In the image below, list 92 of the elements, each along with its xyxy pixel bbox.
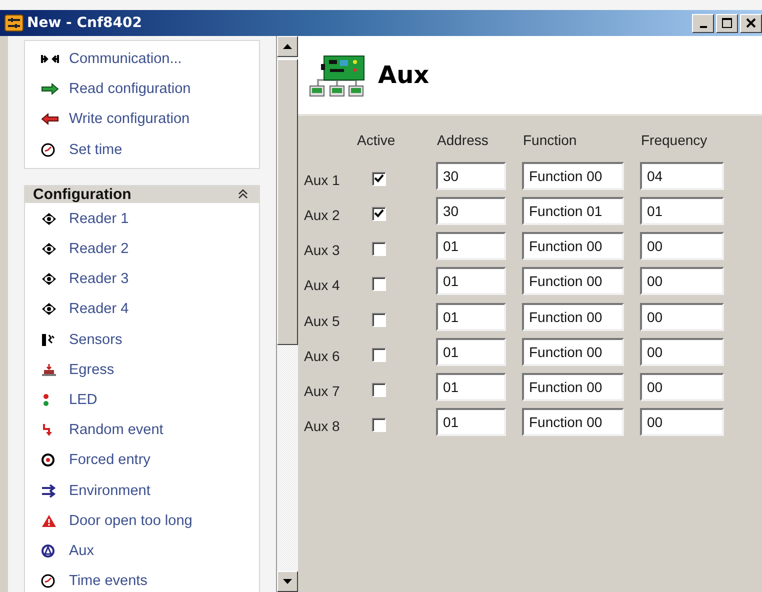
frequency-field[interactable]: 01: [640, 196, 724, 225]
connector-icon: [41, 53, 59, 66]
scrollbar[interactable]: [276, 36, 298, 592]
collapse-icon[interactable]: [237, 188, 249, 200]
led-icon: [41, 392, 51, 407]
nav-link[interactable]: Read configuration: [69, 81, 191, 98]
function-field[interactable]: Function 00: [522, 338, 624, 366]
address-field[interactable]: 01: [436, 338, 506, 366]
eye-icon: [41, 272, 57, 286]
nav-link[interactable]: Communication...: [69, 51, 182, 68]
page-title: Aux: [378, 61, 430, 89]
checkbox[interactable]: [372, 418, 386, 432]
function-field[interactable]: Function 01: [522, 196, 624, 225]
nav-link[interactable]: Door open too long: [69, 512, 192, 529]
address-field[interactable]: 30: [436, 196, 506, 225]
nav-link[interactable]: Reader 4: [69, 301, 129, 318]
address-field[interactable]: 01: [436, 372, 506, 401]
nav-link[interactable]: Reader 3: [69, 271, 129, 288]
nav-link[interactable]: Reader 2: [69, 241, 129, 258]
row-label: Aux 3: [304, 241, 341, 258]
row-label: Aux 8: [304, 417, 341, 434]
section-header[interactable]: Configuration: [24, 184, 260, 203]
nav-link[interactable]: Random event: [69, 422, 164, 438]
nav-link[interactable]: LED: [69, 392, 98, 408]
function-field[interactable]: Function 00: [522, 408, 624, 436]
app-icon: [4, 14, 24, 32]
column-header: Address: [436, 132, 490, 148]
row-label: Aux 5: [304, 312, 341, 329]
maximize-button[interactable]: [716, 14, 738, 32]
nav-link[interactable]: Reader 1: [69, 210, 129, 227]
frequency-field[interactable]: 00: [640, 302, 724, 331]
checkbox[interactable]: [372, 242, 386, 256]
address-field[interactable]: 30: [436, 162, 506, 190]
clock-icon: [41, 574, 55, 588]
nav-link[interactable]: Sensors: [69, 332, 122, 348]
column-header: Active: [356, 132, 396, 148]
close-icon: [746, 18, 756, 28]
checkbox[interactable]: [372, 382, 386, 397]
frequency-field[interactable]: 00: [640, 372, 724, 401]
nav-link[interactable]: Write configuration: [69, 111, 190, 128]
checkbox[interactable]: [372, 312, 386, 327]
nav-link[interactable]: Set time: [69, 142, 122, 158]
nav-link[interactable]: Forced entry: [69, 452, 150, 468]
column-header: Function: [522, 132, 578, 148]
row-label: Aux 7: [304, 382, 341, 399]
nav-link[interactable]: Egress: [69, 362, 114, 378]
function-field[interactable]: Function 00: [522, 162, 624, 190]
function-field[interactable]: Function 00: [522, 372, 624, 401]
column-header: Frequency: [640, 132, 708, 148]
function-field[interactable]: Function 00: [522, 232, 624, 260]
row-label: Aux 1: [304, 170, 341, 188]
checkbox[interactable]: [372, 277, 386, 292]
frequency-field[interactable]: 00: [640, 338, 724, 366]
function-field[interactable]: Function 00: [522, 267, 624, 296]
double-arrow-icon: [41, 484, 57, 498]
sensor-icon: [41, 332, 55, 347]
row-label: Aux 2: [304, 206, 341, 223]
frequency-field[interactable]: 00: [640, 267, 724, 296]
eye-icon: [41, 212, 57, 226]
section-title: Configuration: [33, 186, 132, 203]
address-field[interactable]: 01: [436, 408, 506, 436]
frequency-field[interactable]: 00: [640, 232, 724, 260]
checkbox[interactable]: [372, 348, 386, 362]
button-press-icon: [41, 362, 57, 377]
arrow-right-icon: [41, 83, 59, 96]
nav-link[interactable]: Aux: [69, 542, 94, 559]
row-label: Aux 4: [304, 276, 341, 294]
arrow-left-icon: [41, 113, 59, 126]
warning-icon: [41, 514, 57, 528]
eye-icon: [41, 242, 57, 256]
address-field[interactable]: 01: [436, 302, 506, 331]
checkbox[interactable]: [372, 172, 386, 186]
scroll-down-icon[interactable]: [283, 579, 292, 584]
window-title: New - Cnf8402: [27, 15, 144, 31]
minimize-button[interactable]: [692, 14, 714, 32]
row-label: Aux 6: [304, 346, 341, 364]
address-field[interactable]: 01: [436, 232, 506, 260]
zigzag-arrow-icon: [41, 423, 53, 438]
checkbox[interactable]: [372, 206, 386, 221]
minimize-icon: [700, 26, 706, 28]
target-icon: [41, 453, 55, 468]
address-field[interactable]: 01: [436, 267, 506, 296]
nav-link[interactable]: Time events: [69, 573, 148, 590]
maximize-icon: [721, 17, 733, 29]
clock-icon: [41, 142, 55, 157]
close-button[interactable]: [740, 14, 762, 32]
eye-icon: [41, 302, 57, 316]
nav-link[interactable]: Environment: [69, 482, 150, 499]
scroll-up-icon[interactable]: [283, 44, 292, 49]
frequency-field[interactable]: 00: [640, 408, 724, 436]
function-field[interactable]: Function 00: [522, 302, 624, 331]
frequency-field[interactable]: 04: [640, 162, 724, 190]
